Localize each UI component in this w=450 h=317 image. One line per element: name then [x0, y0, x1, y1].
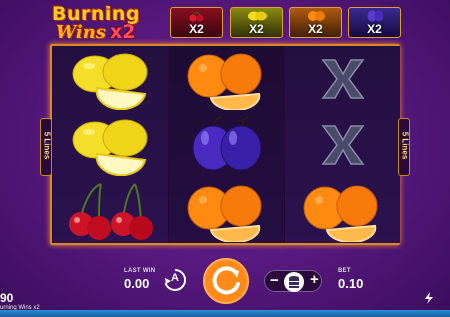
symbol-lemon: [53, 112, 168, 178]
cherry-icon: [189, 11, 204, 22]
multiplier-label: X2: [189, 22, 204, 36]
plum-icon: [367, 10, 384, 22]
symbol-x: [285, 46, 400, 112]
lemon-icon: [72, 53, 148, 110]
multiplier-label: X2: [308, 22, 323, 36]
multiplier-badge-cherry: X2: [170, 7, 223, 38]
bet-decrease-button[interactable]: −: [270, 272, 279, 289]
logo-line-x2: x2: [110, 21, 136, 43]
bet-stepper: − +: [264, 270, 322, 292]
symbol-lemon: [53, 46, 168, 112]
orange-icon: [187, 185, 262, 242]
bet-increase-button[interactable]: +: [310, 271, 319, 288]
bottom-strip: [0, 310, 450, 317]
bet-label: BET: [338, 268, 351, 274]
orange-icon: [187, 53, 262, 110]
multiplier-badge-lemon: X2: [230, 7, 283, 38]
orange-icon: [303, 185, 378, 242]
reel-2: [169, 46, 284, 243]
turbo-icon[interactable]: [424, 292, 434, 304]
coin-stack-icon: [289, 276, 299, 288]
reel-3: [285, 46, 400, 243]
last-win-label: LAST WIN: [124, 268, 156, 274]
coins-icon: [284, 272, 304, 292]
lines-indicator-left: 5 Lines: [40, 118, 52, 176]
symbol-orange: [285, 178, 400, 244]
last-win-value: 0.00: [124, 276, 150, 291]
x-symbol-icon: [321, 125, 365, 165]
lines-label: 5 Lines: [42, 131, 52, 160]
balance-value: 90: [0, 291, 14, 305]
multiplier-label: X2: [249, 22, 264, 36]
reel-area: [50, 44, 400, 245]
lines-label: 5 Lines: [400, 131, 410, 160]
bet-value: 0.10: [338, 276, 364, 291]
symbol-cherry: [53, 178, 168, 244]
autoplay-letter: A: [171, 272, 179, 284]
plum-icon: [192, 116, 262, 171]
symbol-orange: [169, 178, 284, 244]
multiplier-badge-plum: X2: [348, 7, 401, 38]
spin-icon: [212, 266, 240, 295]
cherry-icon: [69, 183, 153, 240]
autoplay-button[interactable]: A: [163, 268, 187, 292]
symbol-plum: [169, 112, 284, 178]
lemon-icon: [248, 11, 267, 21]
orange-icon: [308, 11, 325, 21]
reel-1: [53, 46, 168, 243]
multiplier-badge-orange: X2: [289, 7, 342, 38]
multiplier-label: X2: [367, 22, 382, 36]
symbol-x: [285, 112, 400, 178]
spin-button[interactable]: [203, 258, 249, 304]
game-logo: Burning Wins x2: [52, 3, 162, 45]
lemon-icon: [72, 119, 148, 176]
logo-line-wins: Wins: [56, 22, 106, 43]
symbol-orange: [169, 46, 284, 112]
lines-indicator-right: 5 Lines: [398, 118, 410, 176]
x-symbol-icon: [321, 59, 365, 99]
